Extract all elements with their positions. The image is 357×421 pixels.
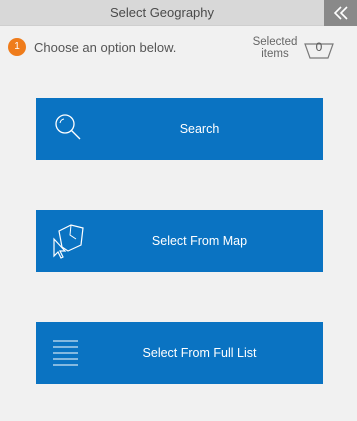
selected-label-line2: items [261,48,289,60]
step-instruction: 1 Choose an option below. [8,37,176,57]
select-from-full-list-button[interactable]: Select From Full List [36,322,323,384]
search-button-label: Search [179,122,220,136]
double-chevron-left-icon [333,6,348,20]
collapse-button[interactable] [324,0,357,26]
panel-header: Select Geography [0,0,357,26]
select-from-full-list-label: Select From Full List [142,346,257,360]
panel-title: Select Geography [109,5,215,20]
select-from-map-button[interactable]: Select From Map [36,210,323,272]
selected-count: 0 [315,40,323,54]
step-text: Choose an option below. [34,39,177,55]
search-button[interactable]: Search [36,98,323,160]
select-geography-panel: Select Geography 1 Choose an option belo… [0,0,357,421]
select-from-map-label: Select From Map [151,234,248,248]
step-number-badge: 1 [8,38,26,56]
selected-label-line1: Selected [252,36,298,48]
selected-items-basket[interactable]: 0 [304,38,334,60]
selected-items-label: Selected items [246,36,304,60]
